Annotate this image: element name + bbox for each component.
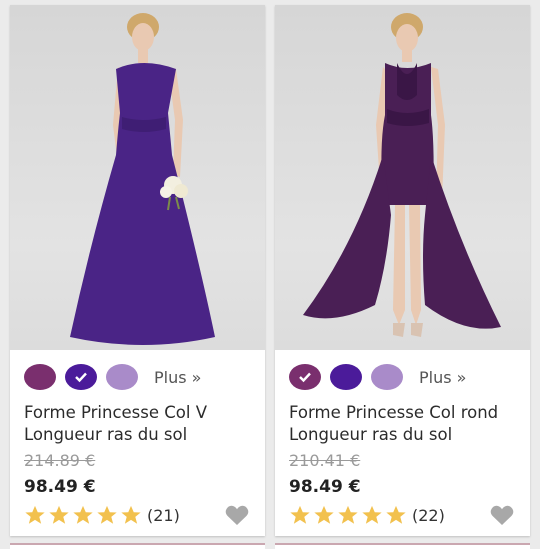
star-icon (121, 505, 141, 524)
rating: (22) (289, 504, 445, 526)
product-image[interactable] (10, 5, 265, 350)
star-icon (290, 505, 310, 524)
heart-icon[interactable] (490, 505, 514, 526)
star-icon (97, 505, 117, 524)
product-image[interactable] (275, 5, 530, 350)
color-swatches: Plus » (24, 363, 201, 391)
original-price: 214.89 € (24, 451, 96, 470)
product-title-line1: Forme Princesse Col rond (289, 403, 499, 422)
color-swatch-lavender[interactable] (106, 364, 138, 390)
color-swatch-plum[interactable] (24, 364, 56, 390)
color-swatch-lavender[interactable] (371, 364, 403, 390)
product-card[interactable]: Plus » Forme Princesse Col rond Longueur… (275, 5, 530, 536)
next-product-card[interactable] (275, 543, 530, 549)
dress-model-illustration (70, 13, 215, 345)
review-count[interactable]: (22) (412, 506, 445, 525)
dress-model-illustration (303, 13, 501, 337)
product-title-line1: Forme Princesse Col V (24, 403, 207, 422)
product-card[interactable]: Plus » Forme Princesse Col V Longueur ra… (10, 5, 265, 536)
color-swatches: Plus » (289, 363, 466, 391)
review-count[interactable]: (21) (147, 506, 180, 525)
heart-icon[interactable] (225, 505, 249, 526)
color-swatch-purple-selected[interactable] (65, 364, 97, 390)
star-icon (314, 505, 334, 524)
check-icon (299, 372, 311, 383)
star-icon (73, 505, 93, 524)
product-title[interactable]: Forme Princesse Col V Longueur ras du so… (24, 402, 256, 446)
sale-price: 98.49 € (289, 477, 361, 497)
star-icon (25, 505, 45, 524)
product-title-line2: Longueur ras du sol (24, 425, 188, 444)
next-product-card[interactable] (10, 543, 265, 549)
star-icon (386, 505, 406, 524)
more-colors-link[interactable]: Plus » (154, 368, 201, 387)
color-swatch-plum-selected[interactable] (289, 364, 321, 390)
rating: (21) (24, 504, 180, 526)
sale-price: 98.49 € (24, 477, 96, 497)
original-price: 210.41 € (289, 451, 361, 470)
star-icon (362, 505, 382, 524)
more-colors-link[interactable]: Plus » (419, 368, 466, 387)
product-title-line2: Longueur ras du sol (289, 425, 453, 444)
star-icon (338, 505, 358, 524)
star-icon (49, 505, 69, 524)
color-swatch-purple[interactable] (330, 364, 362, 390)
check-icon (75, 372, 87, 383)
product-title[interactable]: Forme Princesse Col rond Longueur ras du… (289, 402, 521, 446)
